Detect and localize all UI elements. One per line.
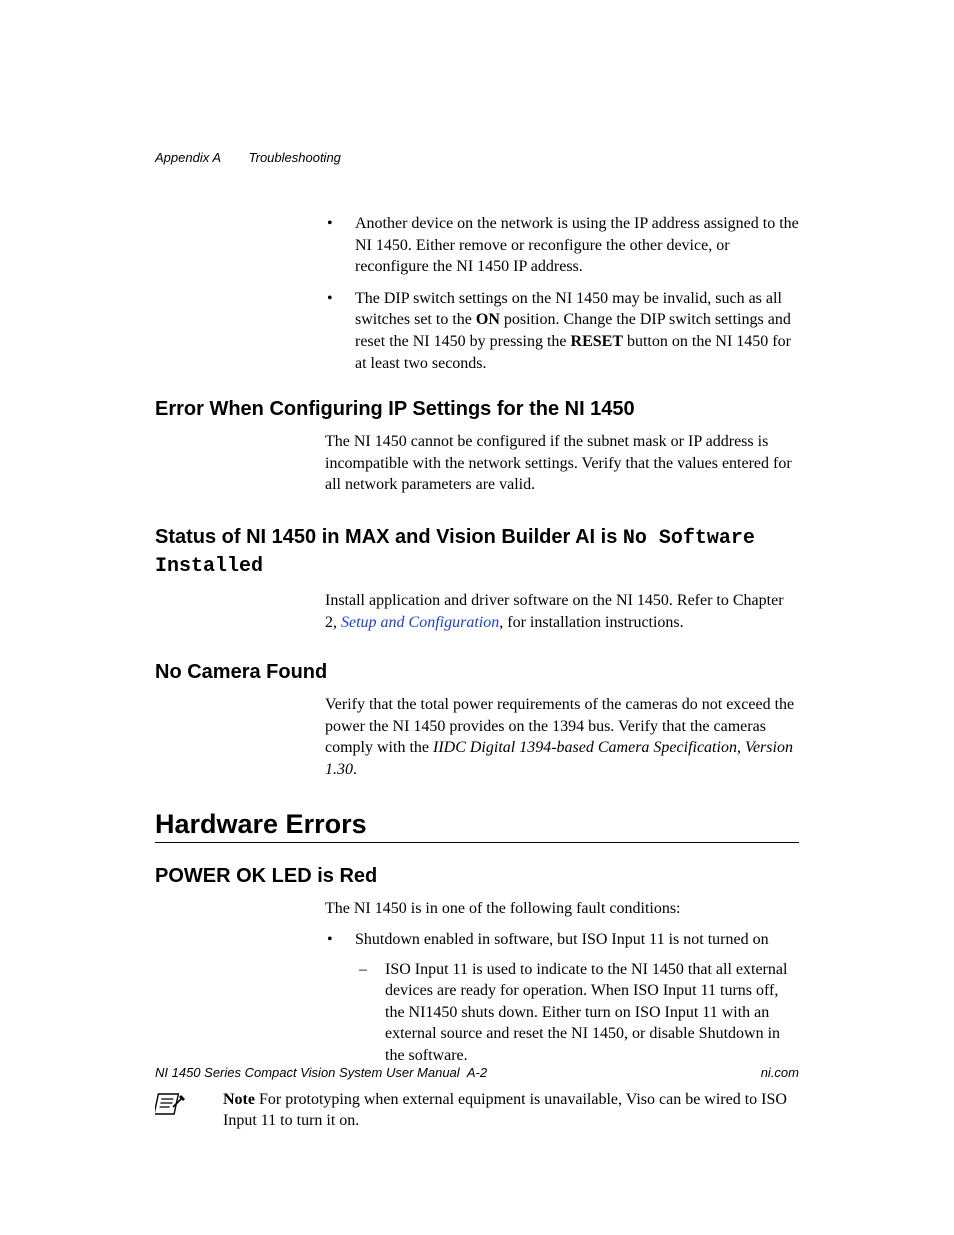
hardware-errors-heading: Hardware Errors	[155, 809, 799, 840]
fault-bullet-list: Shutdown enabled in software, but ISO In…	[325, 929, 799, 1067]
note-icon	[155, 1091, 185, 1122]
sub-bullet-text: ISO Input 11 is used to indicate to the …	[385, 961, 787, 1064]
section-heading-ip-error: Error When Configuring IP Settings for t…	[155, 398, 799, 421]
footer-page-number: A-2	[467, 1065, 487, 1080]
body-part: .	[353, 761, 357, 778]
heading-rule	[155, 842, 799, 843]
header-appendix: Appendix A	[155, 150, 221, 165]
note-text: Note For prototyping when external equip…	[223, 1089, 799, 1132]
body-part: , for installation instructions.	[499, 614, 683, 631]
bullet-text: Shutdown enabled in software, but ISO In…	[355, 931, 769, 948]
intro-bullet-list: Another device on the network is using t…	[325, 213, 799, 374]
note-body: For prototyping when external equipment …	[223, 1091, 787, 1130]
section-body: Install application and driver software …	[325, 590, 799, 633]
section-intro: The NI 1450 is in one of the following f…	[325, 898, 799, 920]
section-heading-no-software: Status of NI 1450 in MAX and Vision Buil…	[155, 524, 799, 580]
list-item: The DIP switch settings on the NI 1450 m…	[325, 288, 799, 374]
setup-config-link[interactable]: Setup and Configuration	[341, 614, 499, 631]
section-heading-power-led: POWER OK LED is Red	[155, 865, 799, 888]
header-title: Troubleshooting	[249, 150, 341, 165]
page-footer: NI 1450 Series Compact Vision System Use…	[155, 1065, 799, 1080]
note-label: Note	[223, 1091, 255, 1108]
section-body: Verify that the total power requirements…	[325, 694, 799, 780]
sub-list-item: ISO Input 11 is used to indicate to the …	[355, 959, 799, 1067]
section-body: The NI 1450 cannot be configured if the …	[325, 431, 799, 496]
heading-part: Status of NI 1450 in MAX and Vision Buil…	[155, 526, 623, 548]
sub-bullet-list: ISO Input 11 is used to indicate to the …	[355, 959, 799, 1067]
bold-text: RESET	[571, 333, 623, 350]
list-item: Another device on the network is using t…	[325, 213, 799, 278]
bold-text: ON	[476, 311, 500, 328]
footer-right: ni.com	[761, 1065, 799, 1080]
list-item: Shutdown enabled in software, but ISO In…	[325, 929, 799, 1067]
page-header: Appendix A Troubleshooting	[155, 150, 799, 165]
note-block: Note For prototyping when external equip…	[155, 1089, 799, 1132]
section-heading-no-camera: No Camera Found	[155, 661, 799, 684]
bullet-text: Another device on the network is using t…	[355, 215, 799, 275]
footer-left: NI 1450 Series Compact Vision System Use…	[155, 1065, 460, 1080]
